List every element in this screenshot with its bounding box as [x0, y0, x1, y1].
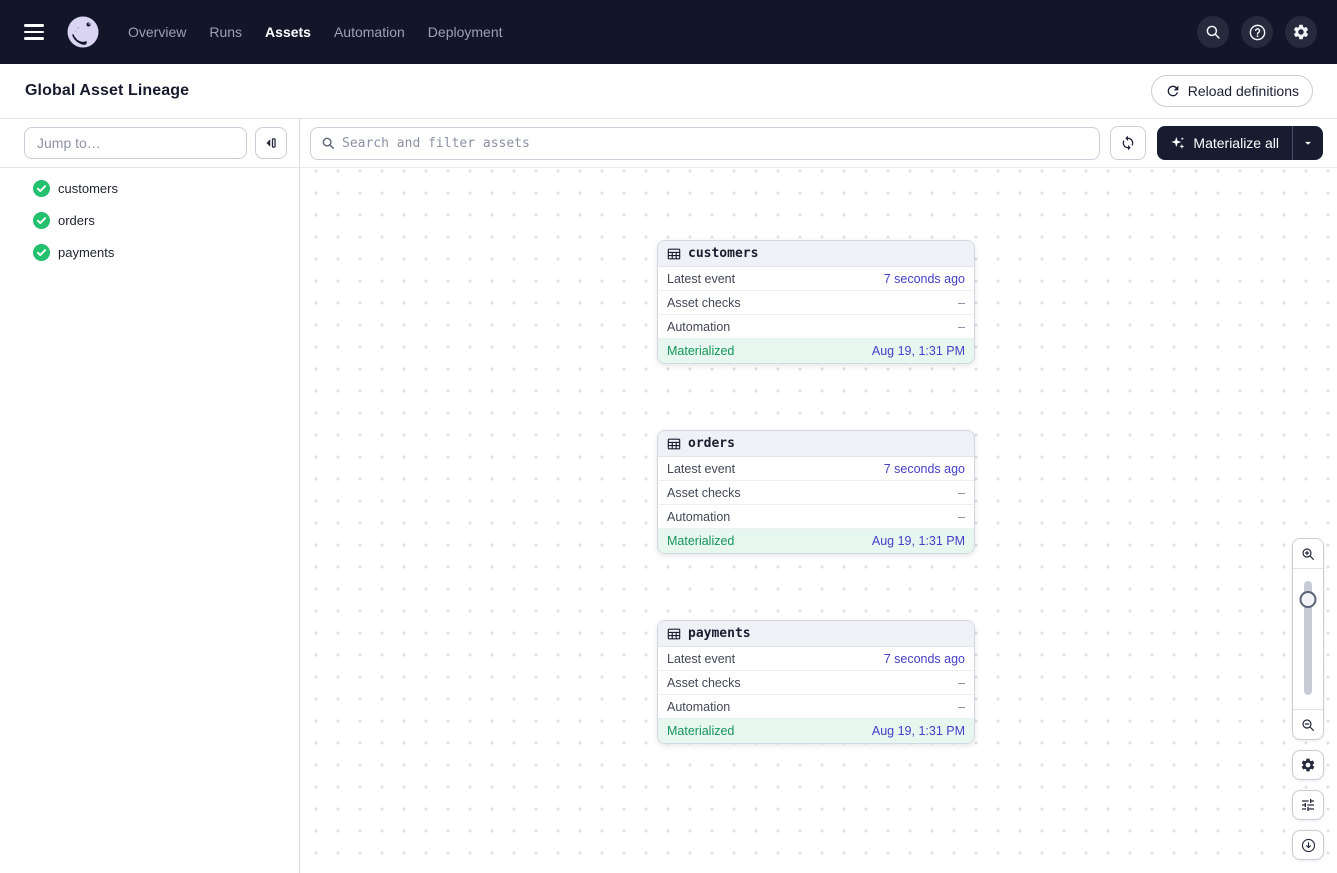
asset-name: payments [688, 626, 751, 641]
hamburger-icon [24, 24, 44, 26]
asset-list-item-payments[interactable]: payments [0, 236, 299, 268]
reload-icon [1165, 83, 1181, 99]
latest-event-value[interactable]: 7 seconds ago [884, 272, 965, 286]
latest-event-value[interactable]: 7 seconds ago [884, 462, 965, 476]
asset-checks-row: Asset checks – [658, 291, 974, 315]
materialize-options-button[interactable] [1293, 126, 1323, 160]
materialized-row: Materialized Aug 19, 1:31 PM [658, 339, 974, 363]
asset-list-label: customers [58, 181, 118, 196]
check-circle-icon [33, 212, 50, 229]
help-icon [1248, 23, 1267, 42]
sidebar-toolbar [0, 119, 299, 168]
asset-node-header: payments [658, 621, 974, 647]
zoom-panel [1292, 538, 1324, 740]
refresh-graph-button[interactable] [1110, 126, 1146, 160]
zoom-out-icon [1300, 717, 1316, 733]
sync-icon [1120, 135, 1136, 151]
asset-checks-row: Asset checks – [658, 671, 974, 695]
asset-list-label: payments [58, 245, 114, 260]
asset-search-input[interactable] [342, 136, 1089, 151]
graph-settings-button[interactable] [1292, 750, 1324, 780]
check-circle-icon [33, 180, 50, 197]
sparkle-icon [1170, 135, 1186, 151]
content: customers orders payments [0, 119, 1337, 873]
materialized-row: Materialized Aug 19, 1:31 PM [658, 529, 974, 553]
reload-definitions-label: Reload definitions [1188, 83, 1299, 99]
materialized-timestamp[interactable]: Aug 19, 1:31 PM [872, 724, 965, 738]
help-button[interactable] [1241, 16, 1273, 48]
latest-event-row: Latest event 7 seconds ago [658, 267, 974, 291]
caret-down-icon [1301, 136, 1315, 150]
search-icon [1204, 23, 1222, 41]
automation-row: Automation – [658, 505, 974, 529]
zoom-slider-thumb[interactable] [1300, 591, 1317, 608]
lineage-canvas[interactable]: customers Latest event 7 seconds ago Ass… [300, 168, 1337, 873]
gear-icon [1300, 757, 1316, 773]
table-icon [667, 627, 681, 641]
materialized-timestamp[interactable]: Aug 19, 1:31 PM [872, 534, 965, 548]
asset-search-field [310, 127, 1100, 160]
nav-item-runs[interactable]: Runs [207, 18, 244, 46]
graph-filters-button[interactable] [1292, 790, 1324, 820]
hamburger-menu-button[interactable] [10, 8, 58, 56]
lineage-sidebar: customers orders payments [0, 119, 300, 873]
asset-node-header: customers [658, 241, 974, 267]
nav-item-deployment[interactable]: Deployment [426, 18, 505, 46]
asset-list-label: orders [58, 213, 95, 228]
nav-item-automation[interactable]: Automation [332, 18, 407, 46]
page-title: Global Asset Lineage [25, 82, 189, 100]
nav-links: Overview Runs Assets Automation Deployme… [126, 18, 505, 46]
latest-event-value[interactable]: 7 seconds ago [884, 652, 965, 666]
gear-icon [1292, 23, 1310, 41]
asset-node-payments[interactable]: payments Latest event 7 seconds ago Asse… [657, 620, 975, 744]
asset-node-header: orders [658, 431, 974, 457]
asset-list: customers orders payments [0, 168, 299, 268]
global-search-button[interactable] [1197, 16, 1229, 48]
lineage-main: Materialize all [300, 119, 1337, 873]
asset-name: orders [688, 436, 735, 451]
zoom-in-button[interactable] [1293, 539, 1323, 569]
latest-event-row: Latest event 7 seconds ago [658, 457, 974, 481]
zoom-in-icon [1300, 546, 1316, 562]
asset-list-item-customers[interactable]: customers [0, 172, 299, 204]
tune-icon [1300, 797, 1316, 813]
asset-name: customers [688, 246, 758, 261]
table-icon [667, 247, 681, 261]
reload-definitions-button[interactable]: Reload definitions [1151, 75, 1313, 107]
latest-event-row: Latest event 7 seconds ago [658, 647, 974, 671]
materialized-row: Materialized Aug 19, 1:31 PM [658, 719, 974, 743]
asset-list-item-orders[interactable]: orders [0, 204, 299, 236]
materialize-all-button[interactable]: Materialize all [1157, 126, 1292, 160]
dagster-app: Overview Runs Assets Automation Deployme… [0, 0, 1337, 873]
asset-node-orders[interactable]: orders Latest event 7 seconds ago Asset … [657, 430, 975, 554]
collapse-sidebar-button[interactable] [255, 127, 287, 159]
page-header: Global Asset Lineage Reload definitions [0, 64, 1337, 119]
top-nav: Overview Runs Assets Automation Deployme… [0, 0, 1337, 64]
asset-node-customers[interactable]: customers Latest event 7 seconds ago Ass… [657, 240, 975, 364]
materialize-all-label: Materialize all [1193, 135, 1279, 151]
table-icon [667, 437, 681, 451]
arrow-down-circle-icon [1300, 837, 1317, 854]
zoom-out-button[interactable] [1293, 709, 1323, 739]
nav-item-assets[interactable]: Assets [263, 18, 313, 46]
dagster-logo [66, 15, 100, 49]
user-settings-button[interactable] [1285, 16, 1317, 48]
graph-toolbar: Materialize all [300, 119, 1337, 168]
search-icon [321, 136, 335, 150]
zoom-slider[interactable] [1293, 569, 1323, 709]
nav-item-overview[interactable]: Overview [126, 18, 188, 46]
materialize-split-button: Materialize all [1157, 126, 1323, 160]
jump-to-input[interactable] [24, 127, 247, 159]
automation-row: Automation – [658, 695, 974, 719]
recenter-view-button[interactable] [1292, 830, 1324, 860]
asset-checks-row: Asset checks – [658, 481, 974, 505]
materialized-timestamp[interactable]: Aug 19, 1:31 PM [872, 344, 965, 358]
collapse-panel-icon [262, 134, 280, 152]
automation-row: Automation – [658, 315, 974, 339]
check-circle-icon [33, 244, 50, 261]
